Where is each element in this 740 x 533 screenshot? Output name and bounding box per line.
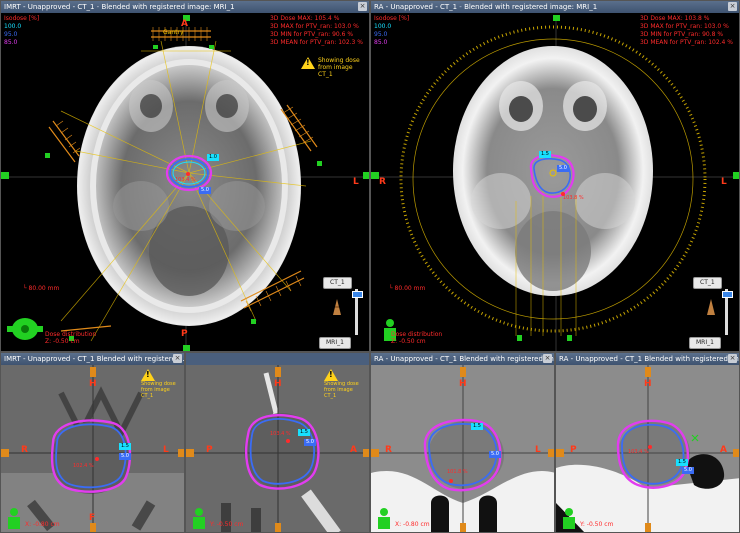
orientation-right: L <box>721 177 727 187</box>
orientation-right: L <box>163 445 169 455</box>
slice-position-label: X: -0.80 cm <box>395 521 430 528</box>
patient-orientation-icon <box>8 508 20 529</box>
blue-isodose-label: 5.0 <box>119 453 131 460</box>
plan-title: RA - Unapproved - CT_1 <box>374 3 458 11</box>
orientation-bottom: P <box>181 329 188 339</box>
cyan-isodose-label: 1.0 <box>207 154 219 161</box>
dose-statistics: 3D Dose MAX: 103.8 % 3D MAX for PTV_ran:… <box>639 15 733 46</box>
ct-image-button[interactable]: CT_1 <box>323 277 352 289</box>
orientation-top: H <box>644 379 652 389</box>
blue-isodose-label: 5.0 <box>557 165 569 172</box>
viewport-bottom-imrt-sagittal[interactable]: ! Showing dose from image CT_1 H P A 1.5 5.… <box>185 352 370 533</box>
max-dose-label: 103.4 % <box>628 449 649 455</box>
close-icon[interactable]: × <box>728 2 737 11</box>
dose-distribution-info: Dose distribution Z: -0.50 cm <box>45 331 97 345</box>
patient-orientation-icon <box>7 318 43 340</box>
mri-image-button[interactable]: MRI_1 <box>689 337 721 349</box>
orientation-right: A <box>720 445 727 455</box>
orientation-left: P <box>206 445 213 455</box>
blend-title: Blended with registered image: MRI_1 <box>101 3 235 11</box>
blend-title: Blended with registered image: MRI_1 <box>464 3 598 11</box>
viewport-title-bar: IMRT - Unapproved - CT_1 - Blended with … <box>1 1 369 13</box>
dose-warning: ! Showing dose from image CT_1 <box>141 369 176 399</box>
viewport-bottom-ra-coronal[interactable]: RA - Unapproved - CT_1 Blended with regi… <box>370 352 555 533</box>
dose-distribution-info: Dose distribution Z: -0.50 cm <box>391 331 443 345</box>
blue-isodose-label: 5.0 <box>489 451 501 458</box>
warning-icon: ! <box>324 369 338 381</box>
orientation-right: A <box>350 445 357 455</box>
mri-image-button[interactable]: MRI_1 <box>319 337 351 349</box>
ct-image-button[interactable]: CT_1 <box>693 277 722 289</box>
orientation-top: H <box>459 379 467 389</box>
viewport-bottom-ra-sagittal[interactable]: RA - Unapproved - CT_1 Blended with regi… <box>555 352 740 533</box>
max-dose-label: 103.8 % <box>563 195 584 201</box>
cyan-isodose-label: 1.5 <box>539 151 551 158</box>
cyan-isodose-label: 1.5 <box>471 423 483 430</box>
cyan-isodose-label: 1.5 <box>119 443 131 450</box>
axial-image-canvas <box>371 15 739 351</box>
slice-position-label: Y: -0.50 cm <box>210 521 244 528</box>
orientation-bottom: F <box>89 513 96 523</box>
plan-title: IMRT - Unapproved - CT_1 <box>4 3 95 11</box>
viewport-title-bar: RA - Unapproved - CT_1 Blended with regi… <box>371 353 554 365</box>
patient-orientation-icon <box>563 508 575 529</box>
scale-bar-label: └ 80.00 mm <box>23 285 60 292</box>
warning-icon: ! <box>301 57 315 69</box>
orientation-left: R <box>21 445 28 455</box>
dose-warning: ! Showing dose from image CT_1 <box>301 57 360 78</box>
patient-orientation-icon <box>193 508 205 529</box>
close-icon[interactable]: × <box>173 354 182 363</box>
isodose-legend: Isodose [%] 100.0 95.0 85.0 <box>374 15 410 46</box>
orientation-left: P <box>570 445 577 455</box>
max-dose-label: 102.4 % <box>73 463 94 469</box>
viewport-title-bar: RA - Unapproved - CT_1 - Blended with re… <box>371 1 739 13</box>
close-icon[interactable]: × <box>358 2 367 11</box>
dose-warning: ! Showing dose from image CT_1 <box>324 369 359 399</box>
max-dose-label: 103.4 % <box>270 431 291 437</box>
blend-slider-knob[interactable] <box>722 291 733 298</box>
max-dose-label: 103.4 % <box>175 177 196 183</box>
blend-tool-icon[interactable] <box>329 297 345 317</box>
warning-icon: ! <box>141 369 155 381</box>
cyan-isodose-label: 1.5 <box>676 459 688 466</box>
viewport-top-left-axial[interactable]: IMRT - Unapproved - CT_1 - Blended with … <box>0 0 370 352</box>
gantry-label: Gantry <box>163 29 184 36</box>
viewport-title-bar: IMRT - Unapproved - CT_1 Blended with re… <box>1 353 184 365</box>
orientation-left: R <box>379 177 386 187</box>
scale-bar-label: └ 80.00 mm <box>389 285 426 292</box>
orientation-right: L <box>353 177 359 187</box>
orientation-left: R <box>385 445 392 455</box>
orientation-top: H <box>89 379 97 389</box>
dose-statistics: 3D Dose MAX: 105.4 % 3D MAX for PTV_ran:… <box>269 15 363 46</box>
blue-isodose-label: 5.0 <box>682 467 694 474</box>
slice-position-label: X: -0.80 cm <box>25 521 60 528</box>
orientation-top: H <box>274 379 282 389</box>
orientation-right: L <box>535 445 541 455</box>
viewport-top-right-axial[interactable]: RA - Unapproved - CT_1 - Blended with re… <box>370 0 740 352</box>
blend-slider-knob[interactable] <box>352 291 363 298</box>
blend-tool-icon[interactable] <box>703 297 719 317</box>
viewport-title-bar: RA - Unapproved - CT_1 Blended with regi… <box>556 353 739 365</box>
cyan-isodose-label: 1.5 <box>298 429 310 436</box>
patient-orientation-icon <box>378 508 390 529</box>
max-dose-label: 101.8 % <box>447 469 468 475</box>
close-icon[interactable]: × <box>728 354 737 363</box>
slice-position-label: Y: -0.50 cm <box>580 521 614 528</box>
blue-isodose-label: 5.0 <box>199 187 211 194</box>
isodose-legend: Isodose [%] 100.0 95.0 85.0 <box>4 15 40 46</box>
blue-isodose-label: 5.0 <box>304 439 316 446</box>
viewport-bottom-imrt-coronal[interactable]: IMRT - Unapproved - CT_1 Blended with re… <box>0 352 185 533</box>
orientation-top: A <box>181 19 188 29</box>
close-icon[interactable]: × <box>543 354 552 363</box>
